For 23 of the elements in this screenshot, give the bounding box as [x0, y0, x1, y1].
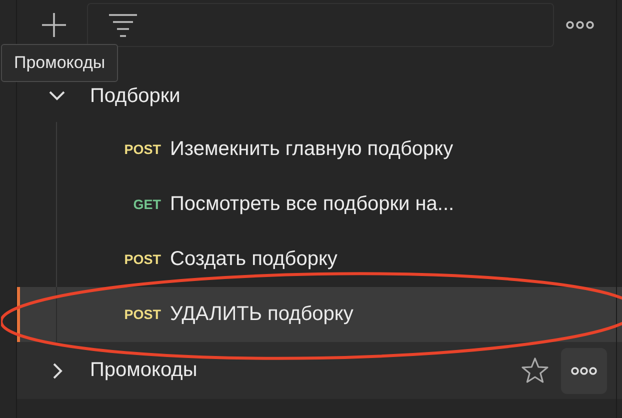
request-name: Создать подборку	[170, 248, 338, 271]
more-icon	[571, 366, 597, 374]
folder-name: Подборки	[90, 84, 182, 108]
more-icon[interactable]	[566, 21, 594, 29]
more-button[interactable]	[561, 348, 607, 394]
star-icon[interactable]	[521, 357, 549, 384]
filter-icon	[108, 13, 138, 37]
folder-row[interactable]: Промокоды	[16, 342, 622, 399]
filter-field[interactable]	[87, 3, 554, 47]
request-row[interactable]: POST Создать подборку	[16, 232, 622, 287]
request-name: Посмотреть все подборки на...	[170, 193, 454, 216]
method-label: GET	[132, 197, 161, 212]
method-label: POST	[123, 142, 161, 157]
request-name: Иземекнить главную подборку	[170, 138, 454, 161]
add-icon[interactable]	[41, 12, 67, 38]
request-name: УДАЛИТЬ подборку	[170, 303, 354, 326]
request-row[interactable]: GET Посмотреть все подборки на...	[16, 177, 622, 232]
request-row[interactable]: POST Иземекнить главную подборку	[16, 122, 622, 177]
method-label: POST	[123, 252, 161, 267]
folder-name: Промокоды	[90, 359, 198, 382]
method-label: POST	[123, 307, 161, 322]
tooltip: Промокоды	[1, 44, 118, 82]
request-row[interactable]: POST УДАЛИТЬ подборку	[16, 287, 622, 342]
